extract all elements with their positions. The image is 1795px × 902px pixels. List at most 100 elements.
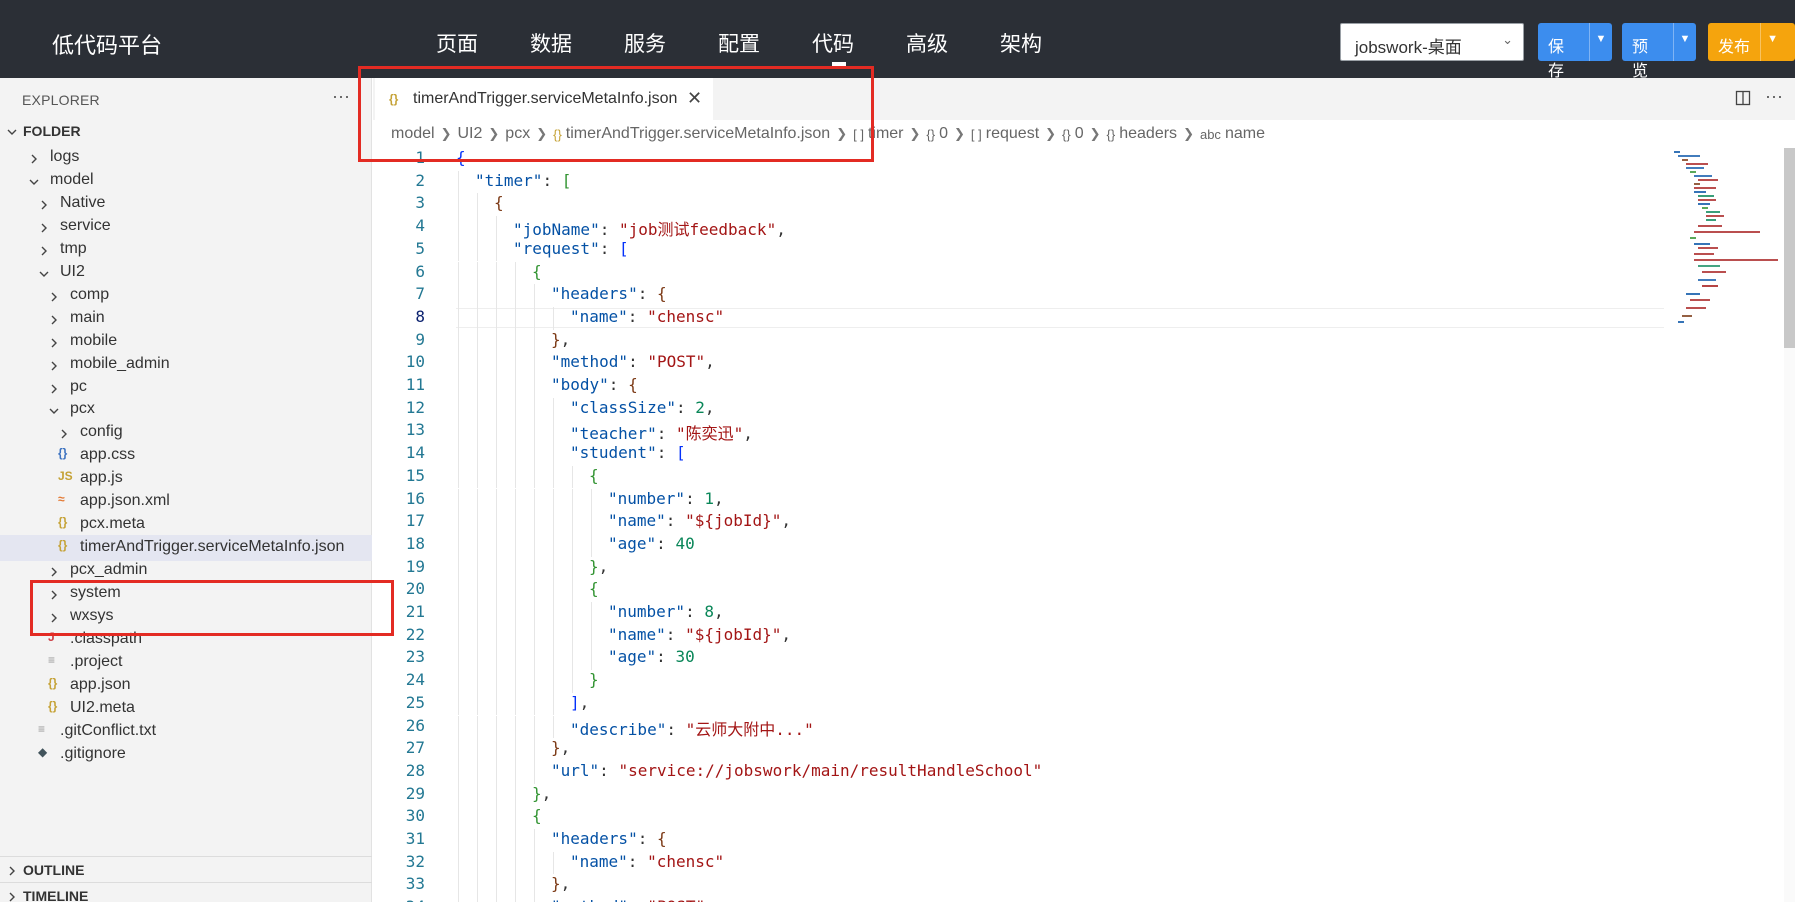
line-number: 26 — [405, 715, 425, 735]
code-line[interactable]: 21 "number": 8, — [373, 602, 1783, 625]
minimap[interactable] — [1670, 148, 1780, 348]
code-line[interactable]: 15 { — [373, 466, 1783, 489]
code-line[interactable]: 5 "request": [ — [373, 239, 1783, 262]
chevron-right-icon — [48, 290, 60, 302]
chevron-right-icon — [48, 382, 60, 394]
code-token: : — [666, 719, 686, 739]
breadcrumb-item[interactable]: abc name — [1200, 125, 1265, 143]
code-token: : — [656, 647, 676, 667]
code-token: , — [713, 488, 724, 508]
code-token: "云师大附中..." — [685, 719, 814, 739]
code-token: ] — [570, 692, 580, 712]
nav-item-2[interactable]: 服务 — [624, 28, 718, 58]
outline-section-label: OUTLINE — [23, 862, 85, 878]
breadcrumb-item[interactable]: {} 0 ❯ — [926, 125, 971, 143]
outline-section-header[interactable]: OUTLINE — [0, 856, 372, 882]
code-line[interactable]: 29}, — [373, 784, 1783, 807]
code-line[interactable]: 33}, — [373, 874, 1783, 897]
code-line[interactable]: 11 "body": { — [373, 375, 1783, 398]
chevron-down-icon — [48, 404, 60, 416]
tree-item[interactable]: ◆ .gitignore — [0, 742, 372, 768]
editor-more-icon[interactable]: ··· — [1765, 86, 1783, 107]
code-line[interactable]: 10 "method": "POST", — [373, 352, 1783, 375]
code-token: : — [599, 760, 619, 780]
save-button-label[interactable]: 保存 — [1538, 23, 1589, 80]
code-line[interactable]: 26 "describe": "云师大附中..." — [373, 716, 1783, 739]
code-line[interactable]: 23 "age": 30 — [373, 647, 1783, 670]
timeline-section-header[interactable]: TIMELINE — [0, 882, 372, 902]
line-number: 28 — [405, 760, 425, 780]
code-line[interactable]: 31 "headers": { — [373, 829, 1783, 852]
code-token: "POST" — [647, 352, 706, 372]
preview-button[interactable]: 预览 ▼ — [1622, 23, 1696, 80]
json-file-icon: {} — [58, 515, 68, 530]
code-line[interactable]: 3{ — [373, 193, 1783, 216]
folder-section-header[interactable]: FOLDER — [0, 120, 372, 142]
code-line[interactable]: 20{ — [373, 579, 1783, 602]
code-line[interactable]: 13 "teacher": "陈奕迅", — [373, 420, 1783, 443]
nav-item-6[interactable]: 架构 — [1000, 28, 1094, 58]
preview-dropdown-arrow-icon[interactable]: ▼ — [1672, 23, 1696, 61]
tree-item-label: config — [80, 423, 123, 441]
code-line[interactable]: 4 "jobName": "job测试feedback", — [373, 216, 1783, 239]
split-editor-icon[interactable] — [1735, 90, 1751, 111]
nav-item-5[interactable]: 高级 — [906, 28, 1000, 58]
code-line[interactable]: 14 "student": [ — [373, 443, 1783, 466]
code-token: "timer" — [475, 170, 543, 190]
publish-dropdown-arrow-icon[interactable]: ▼ — [1760, 23, 1784, 61]
code-line[interactable]: 22 "name": "${jobId}", — [373, 625, 1783, 648]
code-line[interactable]: 18 "age": 40 — [373, 534, 1783, 557]
code-line[interactable]: 2 "timer": [ — [373, 171, 1783, 194]
nav-item-1[interactable]: 数据 — [530, 28, 624, 58]
code-token: "url" — [551, 760, 600, 780]
code-content: "describe": "云师大附中..." — [570, 716, 814, 740]
nav-item-4[interactable]: 代码 — [812, 28, 906, 66]
chevron-down-icon: ⌄ — [1502, 32, 1513, 47]
nav-item-3[interactable]: 配置 — [718, 28, 812, 58]
breadcrumb-item[interactable]: {} 0 ❯ — [1062, 125, 1107, 143]
save-dropdown-arrow-icon[interactable]: ▼ — [1588, 23, 1612, 61]
code-line[interactable]: 24} — [373, 670, 1783, 693]
code-line[interactable]: 7 "headers": { — [373, 284, 1783, 307]
code-line[interactable]: 25], — [373, 693, 1783, 716]
text-file-icon: ≡ — [38, 721, 46, 736]
code-token: : — [665, 511, 686, 531]
code-line[interactable]: 32 "name": "chensc" — [373, 852, 1783, 875]
code-line[interactable]: 12 "classSize": 2, — [373, 398, 1783, 421]
project-select[interactable]: jobswork-桌面 ⌄ — [1340, 23, 1524, 61]
code-line[interactable]: 34 "method": "POST", — [373, 897, 1783, 902]
code-token: { — [589, 465, 599, 485]
explorer-more-icon[interactable]: ··· — [332, 86, 350, 107]
line-number: 2 — [415, 170, 425, 190]
code-line[interactable]: 30 { — [373, 806, 1783, 829]
breadcrumb-item[interactable]: {} headers ❯ — [1107, 125, 1200, 143]
code-token: } — [589, 556, 599, 576]
preview-button-label[interactable]: 预览 — [1622, 23, 1673, 80]
code-line[interactable]: 9}, — [373, 330, 1783, 353]
code-line[interactable]: 17 "name": "${jobId}", — [373, 511, 1783, 534]
code-token: "jobName" — [513, 220, 600, 240]
code-token: : — [665, 624, 686, 644]
code-token: "classSize" — [570, 397, 676, 417]
code-editor[interactable]: 1{2 "timer": [3{4 "jobName": "job测试feedbac… — [373, 148, 1795, 902]
code-line[interactable]: 19}, — [373, 557, 1783, 580]
code-token: } — [551, 874, 561, 894]
publish-button-label[interactable]: 发布 — [1708, 23, 1760, 61]
code-content: "name": "chensc" — [570, 307, 724, 326]
breadcrumb-item[interactable]: [ ] request ❯ — [971, 125, 1062, 143]
save-button[interactable]: 保存 ▼ — [1538, 23, 1612, 80]
editor-scrollbar-thumb[interactable] — [1784, 148, 1795, 348]
line-number: 15 — [405, 465, 425, 485]
chevron-right-icon — [48, 565, 60, 577]
publish-button[interactable]: 发布 ▼ — [1708, 23, 1795, 61]
app-title: 低代码平台 — [52, 33, 163, 58]
code-line[interactable]: 16 "number": 1, — [373, 489, 1783, 512]
code-line[interactable]: 28 "url": "service://jobswork/main/result… — [373, 761, 1783, 784]
code-line[interactable]: 27}, — [373, 738, 1783, 761]
code-token: 30 — [675, 647, 695, 667]
code-line[interactable]: 6{ — [373, 262, 1783, 285]
code-line[interactable]: 8 "name": "chensc" — [373, 307, 1783, 330]
timeline-section-label: TIMELINE — [23, 888, 89, 902]
code-content: { — [589, 466, 599, 485]
nav-item-0[interactable]: 页面 — [436, 28, 530, 58]
